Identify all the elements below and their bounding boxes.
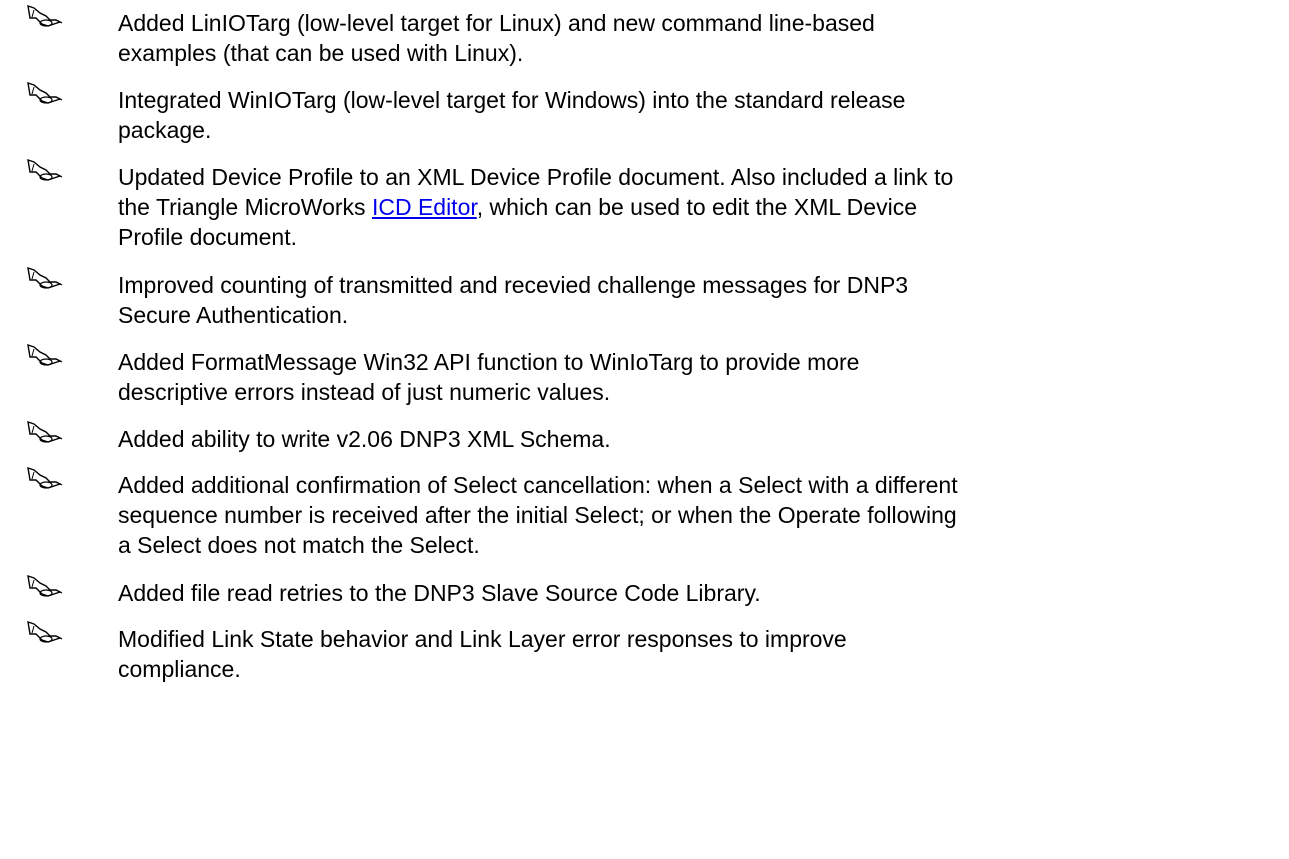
hand-pointer-icon (26, 574, 64, 600)
hand-pointer-icon (26, 81, 64, 107)
list-item-text: Updated Device Profile to an XML Device … (118, 162, 1278, 252)
text-line: Added ability to write v2.06 DNP3 XML Sc… (118, 426, 611, 452)
hand-pointer-icon (26, 158, 64, 184)
text-line: package. (118, 117, 212, 143)
text-line: compliance. (118, 656, 241, 682)
hand-pointer-icon (26, 343, 64, 369)
hand-pointer-icon (26, 466, 64, 492)
text-segment: the Triangle MicroWorks (118, 194, 372, 220)
text-line: Added file read retries to the DNP3 Slav… (118, 580, 761, 606)
text-line: Updated Device Profile to an XML Device … (118, 164, 954, 190)
text-line: Secure Authentication. (118, 302, 349, 328)
list-item-text: Added FormatMessage Win32 API function t… (118, 347, 1278, 407)
hand-pointer-icon (26, 620, 64, 646)
hand-pointer-icon (26, 266, 64, 292)
list-item-text: Integrated WinIOTarg (low-level target f… (118, 85, 1278, 145)
text-line: a Select does not match the Select. (118, 532, 480, 558)
list-item-text: Added additional confirmation of Select … (118, 470, 1278, 560)
text-line: Added LinIOTarg (low-level target for Li… (118, 10, 875, 36)
list-item-text: Modified Link State behavior and Link La… (118, 624, 1278, 684)
text-line: Added FormatMessage Win32 API function t… (118, 349, 860, 375)
text-line: Modified Link State behavior and Link La… (118, 626, 847, 652)
text-line: Added additional confirmation of Select … (118, 472, 958, 498)
hand-pointer-icon (26, 420, 64, 446)
text-line: sequence number is received after the in… (118, 502, 957, 528)
release-notes-page: Added LinIOTarg (low-level target for Li… (0, 0, 1289, 859)
list-item-text: Added file read retries to the DNP3 Slav… (118, 578, 1278, 608)
hand-pointer-icon (26, 4, 64, 30)
text-line: Profile document. (118, 224, 297, 250)
list-item-text: Added ability to write v2.06 DNP3 XML Sc… (118, 424, 1278, 454)
list-item-text: Improved counting of transmitted and rec… (118, 270, 1278, 330)
text-line: Improved counting of transmitted and rec… (118, 272, 909, 298)
icd-editor-link[interactable]: ICD Editor (372, 194, 477, 220)
text-segment: , which can be used to edit the XML Devi… (476, 194, 917, 220)
text-line: examples (that can be used with Linux). (118, 40, 524, 66)
list-item-text: Added LinIOTarg (low-level target for Li… (118, 8, 1278, 68)
text-line: Integrated WinIOTarg (low-level target f… (118, 87, 906, 113)
text-line: descriptive errors instead of just numer… (118, 379, 611, 405)
text-line: the Triangle MicroWorks ICD Editor, whic… (118, 192, 1278, 222)
